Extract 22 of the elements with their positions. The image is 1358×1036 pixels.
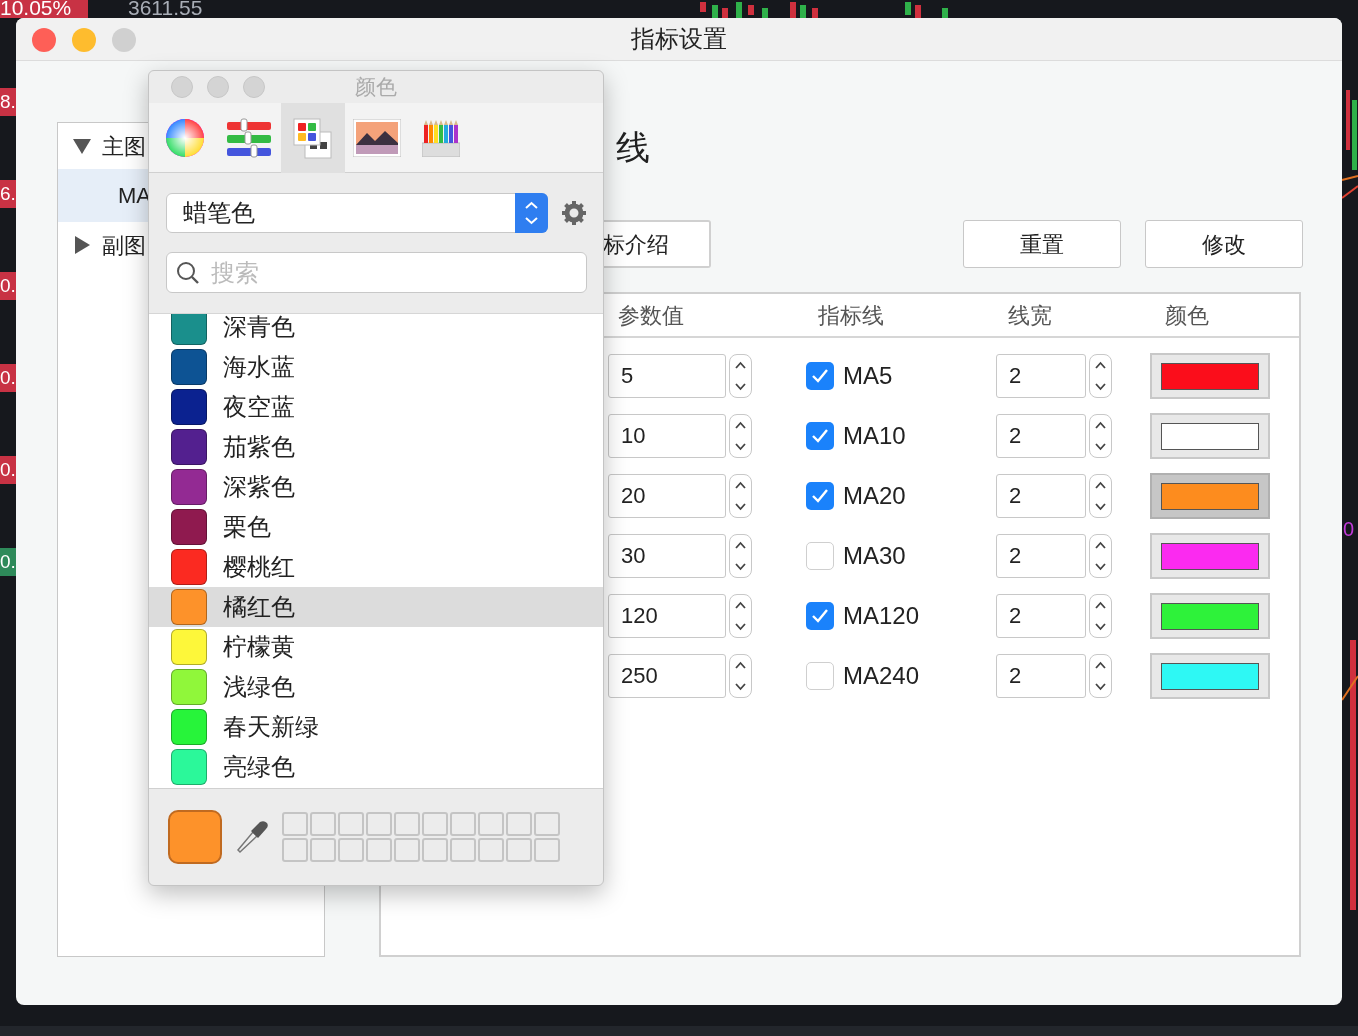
price-label: 3611.55: [128, 0, 203, 20]
checkbox-label: MA10: [843, 421, 906, 451]
checkbox-label: MA30: [843, 541, 906, 571]
axis-label: 0.: [0, 456, 16, 484]
column-header: 线宽: [1008, 302, 1052, 328]
axis-label: 0.: [0, 548, 16, 576]
checkbox-label: MA120: [843, 601, 920, 631]
column-header: 颜色: [1165, 302, 1209, 328]
percent-label: 10.05%: [0, 0, 72, 20]
axis-label: 0.: [0, 364, 16, 392]
column-header: 指标线: [818, 302, 884, 328]
checkbox-label: MA5: [843, 361, 893, 391]
axis-label: 6.: [0, 180, 16, 208]
window-title: 指标设置: [631, 24, 727, 54]
column-header: 参数值: [618, 302, 684, 328]
checkbox-label: MA20: [843, 481, 906, 511]
heading-text: 线: [616, 128, 650, 166]
axis-label: 0: [1343, 517, 1355, 542]
checkbox-label: MA240: [843, 661, 920, 691]
axis-label: 8.: [0, 88, 16, 116]
panel-title: 颜色: [355, 74, 397, 101]
axis-label: 0.: [0, 272, 16, 300]
